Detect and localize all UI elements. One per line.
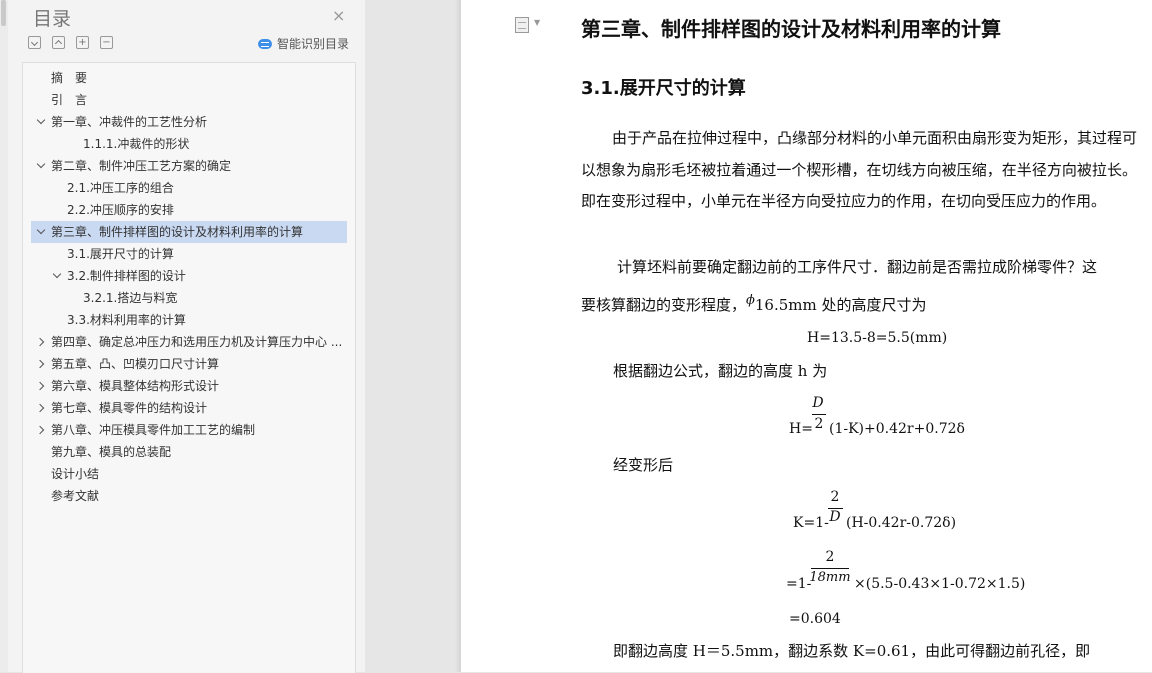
toc-item[interactable]: 第六章、模具整体结构形式设计	[31, 375, 347, 397]
toc-item-label: 第九章、模具的总装配	[51, 445, 172, 459]
chevron-right-icon[interactable]	[37, 375, 46, 384]
toc-item[interactable]: 第五章、凸、凹模刃口尺寸计算	[31, 353, 347, 375]
toc-item[interactable]: 参考文献	[31, 485, 347, 507]
section-heading: 3.1.展开尺寸的计算	[581, 78, 746, 99]
chevron-up-icon	[54, 39, 63, 48]
toc-item[interactable]: 3.2.制件排样图的设计	[31, 265, 347, 287]
body-paragraph-3: 根据翻边公式，翻边的高度 h 为	[613, 362, 828, 380]
toc-item-label: 1.1.1.冲裁件的形状	[83, 137, 190, 151]
toc-item[interactable]: 2.1.冲压工序的组合	[31, 177, 347, 199]
formula-4-denominator: 18mm	[809, 570, 851, 585]
toc-item[interactable]: 摘 要	[31, 67, 347, 89]
toc-item-label: 第八章、冲压模具零件加工工艺的编制	[51, 423, 256, 437]
collapse-all-button[interactable]	[28, 36, 41, 49]
formula-4-suffix: ×(5.5-0.43×1-0.72×1.5)	[854, 576, 1026, 592]
chevron-right-icon[interactable]	[37, 331, 46, 340]
formula-3-suffix: (H-0.42r-0.72δ)	[846, 515, 957, 531]
toc-item[interactable]: 第七章、模具零件的结构设计	[31, 397, 347, 419]
formula-2-fraction-bar	[812, 414, 826, 415]
toc-tree: 摘 要引 言第一章、冲裁件的工艺性分析 1.1.1.冲裁件的形状第二章、制件冲压工…	[22, 62, 356, 673]
add-heading-button[interactable]: +	[76, 36, 89, 49]
chevron-right-icon[interactable]	[37, 353, 46, 362]
ai-cloud-icon	[258, 38, 272, 49]
toc-item[interactable]: 第四章、确定总冲压力和选用压力机及计算压力中心 ...	[31, 331, 347, 353]
formula-4-fraction-bar	[811, 568, 849, 569]
formula-3-numerator: 2	[830, 489, 840, 505]
phi-symbol: ϕ	[746, 293, 755, 308]
close-icon[interactable]: ×	[332, 6, 345, 25]
toc-item[interactable]: 设计小结	[31, 463, 347, 485]
body-paragraph-4: 经变形后	[613, 456, 674, 474]
body-text: 16.5mm 处的高度尺寸为	[754, 296, 927, 314]
toc-item[interactable]: 第二章、制件冲压工艺方案的确定	[31, 155, 347, 177]
toc-item-label: 参考文献	[51, 489, 100, 503]
toc-item-label: 第四章、确定总冲压力和选用压力机及计算压力中心 ...	[51, 335, 343, 349]
toc-panel: 目录 × + − 智能识别目录 摘 要引 言第一章、冲裁件的工艺性分析 1.1.1…	[0, 0, 365, 673]
toc-item-label: 第二章、制件冲压工艺方案的确定	[51, 159, 232, 173]
toc-item[interactable]: 2.2.冲压顺序的安排	[31, 199, 347, 221]
toc-item[interactable]: 第九章、模具的总装配	[31, 441, 347, 463]
body-paragraph-5: 即翻边高度 H＝5.5mm，翻边系数 K=0.61，由此可得翻边前孔径，即	[613, 642, 1091, 660]
toc-item-label: 2.2.冲压顺序的安排	[67, 203, 174, 217]
toc-item-label: 3.3.材料利用率的计算	[67, 313, 186, 327]
formula-3-denominator: D	[829, 509, 841, 525]
formula-4-prefix: =1-	[786, 576, 812, 592]
formula-4-numerator-value: 2	[825, 549, 835, 565]
chevron-down-icon[interactable]	[53, 265, 62, 274]
toc-item-label: 引 言	[51, 93, 88, 107]
toc-item-label: 摘 要	[51, 71, 88, 85]
scrollbar-thumb[interactable]	[1, 0, 6, 26]
toc-item[interactable]: 第三章、制件排样图的设计及材料利用率的计算	[31, 221, 347, 243]
chevron-down-icon	[30, 38, 39, 47]
chevron-down-icon[interactable]	[37, 221, 46, 230]
toc-item-label: 第六章、模具整体结构形式设计	[51, 379, 220, 393]
document-icon[interactable]	[515, 17, 529, 33]
toc-item[interactable]: 3.2.1.搭边与料宽	[31, 287, 347, 309]
toc-item-label: 3.2.制件排样图的设计	[67, 269, 186, 283]
formula-2-numerator: D	[812, 395, 824, 411]
toc-item[interactable]: 1.1.1.冲裁件的形状	[31, 133, 347, 155]
formula-3-prefix: K=1-	[793, 515, 829, 531]
remove-heading-button[interactable]: −	[100, 36, 113, 49]
toc-item-label: 3.2.1.搭边与料宽	[83, 291, 178, 305]
chevron-down-icon[interactable]	[37, 111, 46, 120]
smart-recognize-toc-button[interactable]: 智能识别目录	[258, 35, 349, 52]
toc-title: 目录	[33, 8, 72, 30]
dropdown-caret-icon[interactable]: ▼	[534, 18, 540, 27]
chevron-down-icon[interactable]	[37, 155, 46, 164]
toc-item-label: 第七章、模具零件的结构设计	[51, 401, 208, 415]
document-page[interactable]: ▼ 第三章、制件排样图的设计及材料利用率的计算 3.1.展开尺寸的计算 由于产品…	[461, 0, 1152, 672]
toc-item-label: 3.1.展开尺寸的计算	[67, 247, 174, 261]
formula-2-suffix: (1-K)+0.42r+0.72δ	[829, 421, 965, 437]
body-paragraph-2-line-1: 计算坯料前要确定翻边前的工序件尺寸．翻边前是否需拉成阶梯零件？这	[617, 258, 1098, 276]
formula-h: H=13.5-8=5.5(mm)	[807, 330, 948, 346]
toc-item[interactable]: 第八章、冲压模具零件加工工艺的编制	[31, 419, 347, 441]
panel-scrollbar[interactable]	[0, 0, 8, 672]
formula-2-prefix: H=	[789, 421, 813, 437]
chevron-right-icon[interactable]	[37, 397, 46, 406]
smart-recognize-label: 智能识别目录	[277, 37, 350, 51]
toc-item-label: 第三章、制件排样图的设计及材料利用率的计算	[51, 225, 304, 239]
toc-item[interactable]: 引 言	[31, 89, 347, 111]
toc-item[interactable]: 3.3.材料利用率的计算	[31, 309, 347, 331]
chevron-right-icon[interactable]	[37, 419, 46, 428]
toc-item-label: 2.1.冲压工序的组合	[67, 181, 174, 195]
toc-item[interactable]: 3.1.展开尺寸的计算	[31, 243, 347, 265]
body-paragraph-2-line-2: 要核算翻边的变形程度，ϕ16.5mm 处的高度尺寸为	[581, 293, 927, 315]
toc-item-label: 第五章、凸、凹模刃口尺寸计算	[51, 357, 220, 371]
expand-all-button[interactable]	[52, 36, 65, 49]
chapter-heading: 第三章、制件排样图的设计及材料利用率的计算	[581, 17, 1001, 41]
formula-2-denominator: 2	[814, 416, 824, 432]
toc-item-label: 第一章、冲裁件的工艺性分析	[51, 115, 208, 129]
body-text: 要核算翻边的变形程度，	[581, 296, 747, 314]
formula-5-result: =0.604	[789, 611, 841, 627]
toc-item[interactable]: 第一章、冲裁件的工艺性分析	[31, 111, 347, 133]
body-paragraph-1: 由于产品在拉伸过程中，凸缘部分材料的小单元面积由扇形变为矩形，其过程可以想象为扇…	[581, 129, 1138, 210]
toc-item-label: 设计小结	[51, 467, 100, 481]
